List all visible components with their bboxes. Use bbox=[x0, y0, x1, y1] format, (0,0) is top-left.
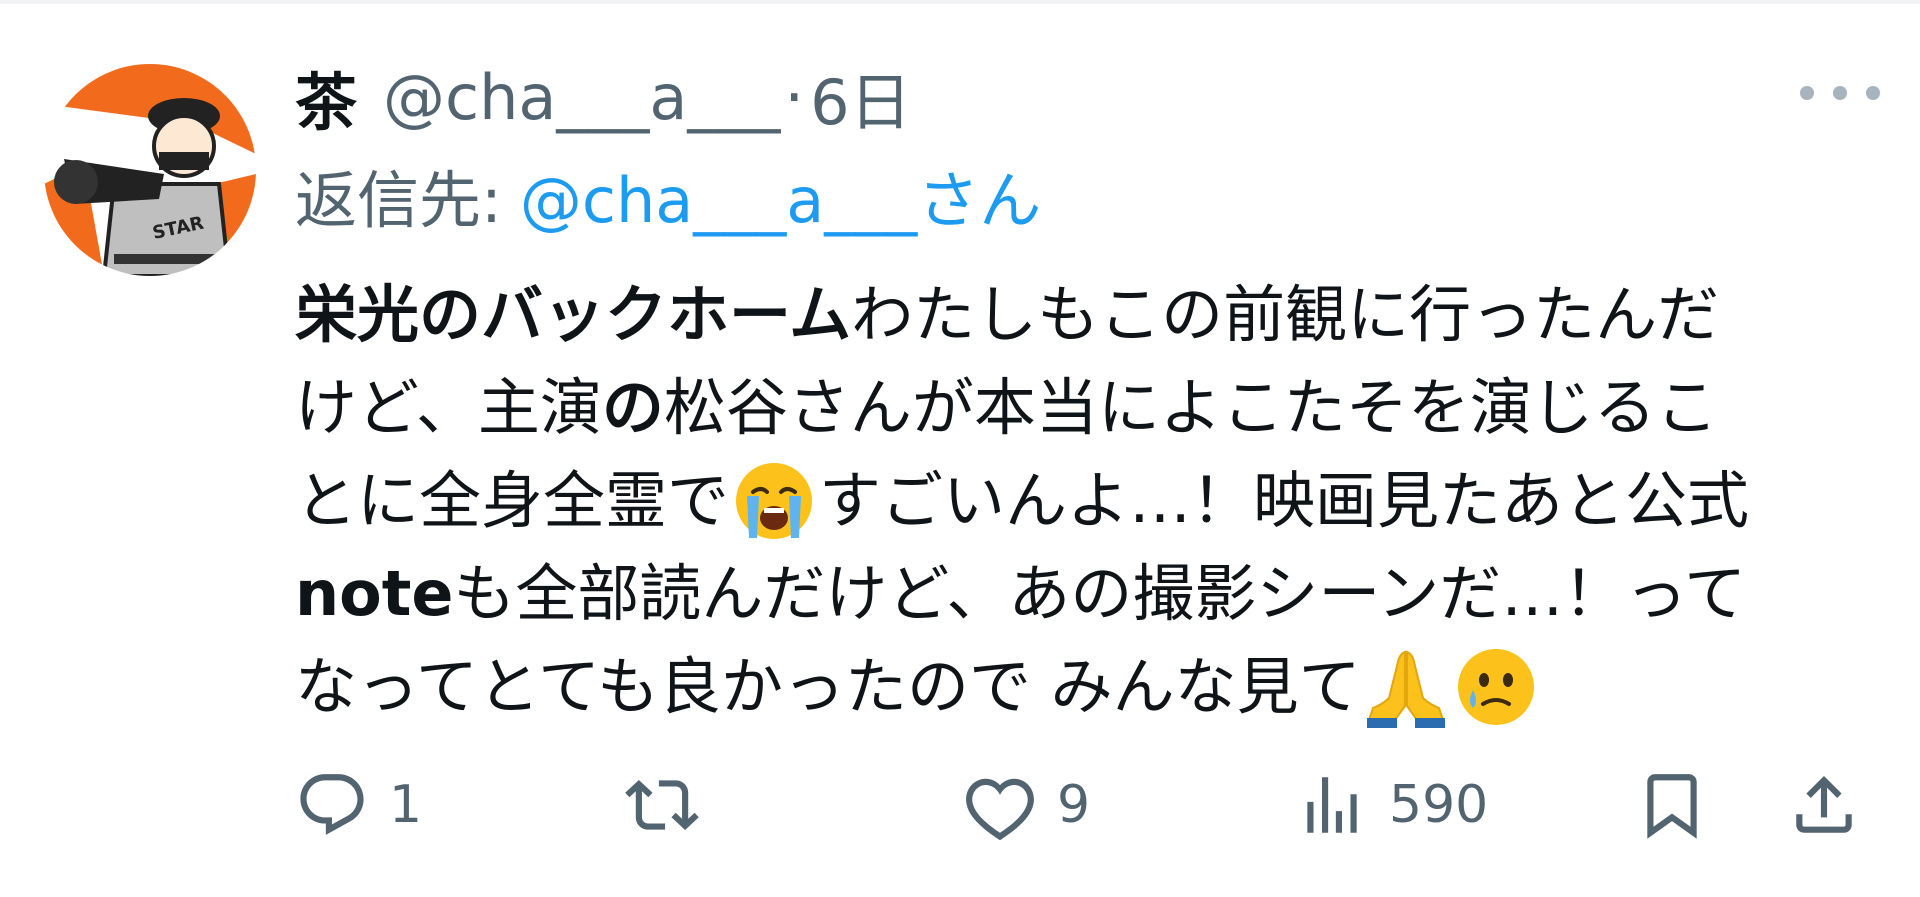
reply-to-label: 返信先: bbox=[295, 164, 502, 237]
separator-dot: · bbox=[784, 60, 805, 134]
heart-icon bbox=[966, 778, 1034, 841]
tweet-header: 茶 @cha___a___ · 6日 bbox=[295, 52, 912, 142]
folded-hands-emoji-icon bbox=[1365, 646, 1447, 728]
loudly-crying-face-emoji-icon bbox=[733, 460, 815, 542]
bold-title-text: 栄光のバックホーム bbox=[295, 278, 852, 351]
like-button[interactable]: 9 bbox=[963, 760, 1090, 850]
more-dot-icon bbox=[1833, 86, 1847, 100]
views-button[interactable]: 590 bbox=[1295, 760, 1488, 850]
avatar-baseball-player-icon: STAR bbox=[44, 64, 256, 276]
bookmark-button[interactable] bbox=[1635, 760, 1709, 850]
view-count: 590 bbox=[1389, 775, 1489, 835]
tweet-text-line: とに全身全霊で すごいんよ…！映画見たあと公式 bbox=[295, 454, 1895, 547]
like-count: 9 bbox=[1057, 775, 1091, 835]
tweet[interactable]: STAR 茶 @cha___a___ · 6日 返信先: @cha___a___… bbox=[0, 0, 1920, 897]
more-options-button[interactable] bbox=[1790, 80, 1890, 106]
share-icon bbox=[1796, 775, 1852, 833]
face-holding-back-tears-emoji-icon bbox=[1455, 646, 1537, 728]
text-segment: けど、主演 bbox=[295, 371, 602, 444]
bookmark-icon bbox=[1647, 774, 1697, 839]
tweet-text-line: けど、主演の松谷さんが本当によこたそを演じるこ bbox=[295, 361, 1895, 454]
timestamp[interactable]: 6日 bbox=[810, 52, 911, 142]
display-name[interactable]: 茶 bbox=[295, 52, 357, 142]
share-button[interactable] bbox=[1787, 760, 1861, 850]
reply-icon bbox=[300, 774, 364, 835]
user-handle[interactable]: @cha___a___ bbox=[383, 61, 780, 134]
text-segment: とに全身全霊で bbox=[295, 464, 730, 537]
text-segment: なってとても良かったので みんな見て bbox=[295, 650, 1361, 723]
action-bar: 1 9 590 bbox=[295, 760, 1895, 850]
retweet-icon bbox=[625, 779, 699, 831]
more-dot-icon bbox=[1866, 86, 1880, 100]
text-segment: わたしもこの前観に行ったんだ bbox=[851, 278, 1720, 351]
text-segment: すごいんよ…！映画見たあと公式 bbox=[819, 464, 1750, 537]
text-segment: 松谷さんが本当によこたそを演じるこ bbox=[663, 371, 1718, 444]
bold-text-segment: の bbox=[601, 371, 664, 444]
reply-button[interactable]: 1 bbox=[295, 760, 422, 850]
tweet-text: 栄光のバックホーム わたしもこの前観に行ったんだ けど、主演の松谷さんが本当によこ… bbox=[295, 268, 1895, 733]
text-segment: も全部読んだけど、あの撮影シーンだ…！って bbox=[453, 557, 1747, 630]
more-dot-icon bbox=[1800, 86, 1814, 100]
tweet-text-line: note も全部読んだけど、あの撮影シーンだ…！って bbox=[295, 547, 1895, 640]
reply-to-line: 返信先: @cha___a___さん bbox=[295, 150, 1041, 240]
avatar[interactable]: STAR bbox=[44, 64, 256, 276]
analytics-icon bbox=[1307, 777, 1357, 833]
retweet-button[interactable] bbox=[625, 760, 719, 850]
bold-text-segment: note bbox=[295, 557, 454, 630]
reply-count: 1 bbox=[389, 775, 423, 835]
tweet-text-line: 栄光のバックホーム わたしもこの前観に行ったんだ bbox=[295, 268, 1895, 361]
reply-to-handle-link[interactable]: @cha___a___さん bbox=[520, 150, 1041, 240]
tweet-text-line: なってとても良かったので みんな見て bbox=[295, 640, 1895, 733]
